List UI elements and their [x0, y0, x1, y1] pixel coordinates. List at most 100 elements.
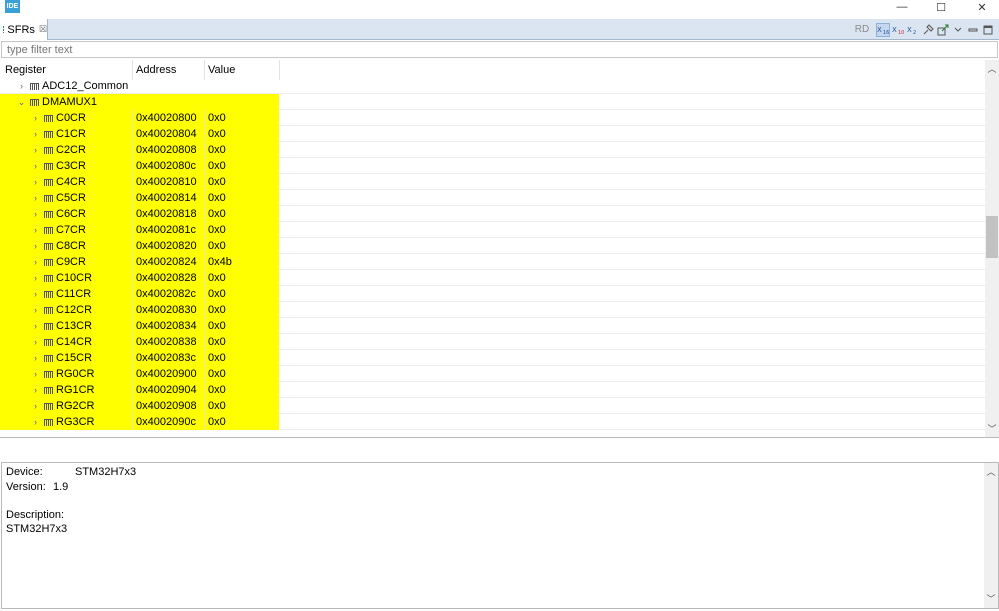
expand-arrow-icon[interactable]: ›	[31, 398, 40, 414]
table-row[interactable]: › C8CR 0x40020820 0x0	[0, 238, 985, 254]
register-address: 0x40020904	[136, 384, 197, 396]
sfr-tree-table: Register Address Value › ADC12_Common ⌄ …	[0, 60, 999, 438]
register-value[interactable]: 0x0	[208, 190, 226, 206]
register-value[interactable]: 0x4b	[208, 254, 232, 270]
table-row[interactable]: › C7CR 0x4002081c 0x0	[0, 222, 985, 238]
column-divider	[205, 158, 206, 174]
register-value[interactable]: 0x0	[208, 222, 226, 238]
table-row[interactable]: › C14CR 0x40020838 0x0	[0, 334, 985, 350]
tree-vertical-scrollbar[interactable]: ︿ ﹀	[985, 60, 999, 437]
expand-arrow-icon[interactable]: ›	[31, 110, 40, 126]
maximize-icon[interactable]	[981, 23, 995, 37]
register-value[interactable]: 0x0	[208, 286, 226, 302]
detail-vertical-scrollbar[interactable]: ︿ ﹀	[984, 463, 998, 608]
bin-format-icon[interactable]: X2	[906, 23, 920, 37]
column-divider	[205, 302, 206, 318]
minimize-icon[interactable]	[966, 23, 980, 37]
table-row[interactable]: › C1CR 0x40020804 0x0	[0, 126, 985, 142]
expand-arrow-icon[interactable]: ›	[31, 286, 40, 302]
scroll-up-arrow-icon[interactable]: ︿	[984, 465, 998, 479]
table-row[interactable]: › C12CR 0x40020830 0x0	[0, 302, 985, 318]
expand-arrow-icon[interactable]: ›	[17, 78, 26, 94]
table-row[interactable]: › RG1CR 0x40020904 0x0	[0, 382, 985, 398]
column-divider	[205, 110, 206, 126]
scroll-up-arrow-icon[interactable]: ︿	[985, 62, 999, 76]
expand-arrow-icon[interactable]: ›	[31, 414, 40, 430]
expand-arrow-icon[interactable]: ›	[31, 174, 40, 190]
register-icon	[44, 179, 53, 186]
collapse-arrow-icon[interactable]: ⌄	[17, 94, 26, 110]
table-row[interactable]: › C10CR 0x40020828 0x0	[0, 270, 985, 286]
view-menu-icon[interactable]	[951, 23, 965, 37]
register-value[interactable]: 0x0	[208, 238, 226, 254]
scroll-down-arrow-icon[interactable]: ﹀	[985, 422, 999, 436]
column-divider	[205, 254, 206, 270]
expand-arrow-icon[interactable]: ›	[31, 238, 40, 254]
register-value[interactable]: 0x0	[208, 414, 226, 430]
table-row[interactable]: › C6CR 0x40020818 0x0	[0, 206, 985, 222]
table-row[interactable]: › C3CR 0x4002080c 0x0	[0, 158, 985, 174]
expand-arrow-icon[interactable]: ›	[31, 206, 40, 222]
scrollbar-thumb[interactable]	[986, 216, 998, 258]
table-row[interactable]: › C11CR 0x4002082c 0x0	[0, 286, 985, 302]
tree-group-adc12-common[interactable]: › ADC12_Common	[0, 78, 985, 94]
tab-close-icon[interactable]: ☒	[39, 24, 47, 35]
register-icon	[44, 259, 53, 266]
expand-arrow-icon[interactable]: ›	[31, 334, 40, 350]
register-address: 0x40020810	[136, 176, 197, 188]
dec-format-icon[interactable]: X 10	[891, 23, 905, 37]
expand-arrow-icon[interactable]: ›	[31, 270, 40, 286]
register-value[interactable]: 0x0	[208, 142, 226, 158]
table-row[interactable]: › RG2CR 0x40020908 0x0	[0, 398, 985, 414]
scroll-down-arrow-icon[interactable]: ﹀	[984, 592, 998, 606]
minimize-window-button[interactable]: —	[882, 0, 922, 14]
filter-input[interactable]	[1, 41, 998, 58]
expand-arrow-icon[interactable]: ›	[31, 190, 40, 206]
expand-arrow-icon[interactable]: ›	[31, 142, 40, 158]
register-value[interactable]: 0x0	[208, 398, 226, 414]
expand-arrow-icon[interactable]: ›	[31, 222, 40, 238]
pin-icon[interactable]	[921, 23, 935, 37]
register-value[interactable]: 0x0	[208, 126, 226, 142]
read-button[interactable]: RD	[852, 23, 872, 37]
tree-group-dmamux1[interactable]: ⌄ DMAMUX1	[0, 94, 985, 110]
table-row[interactable]: › C5CR 0x40020814 0x0	[0, 190, 985, 206]
expand-arrow-icon[interactable]: ›	[31, 302, 40, 318]
expand-arrow-icon[interactable]: ›	[31, 366, 40, 382]
register-value[interactable]: 0x0	[208, 366, 226, 382]
register-value[interactable]: 0x0	[208, 110, 226, 126]
hex-format-icon[interactable]: X 16	[876, 22, 890, 37]
close-window-button[interactable]: ✕	[962, 0, 999, 14]
expand-arrow-icon[interactable]: ›	[31, 254, 40, 270]
table-row[interactable]: › C9CR 0x40020824 0x4b	[0, 254, 985, 270]
register-value[interactable]: 0x0	[208, 350, 226, 366]
table-row[interactable]: › C15CR 0x4002083c 0x0	[0, 350, 985, 366]
register-value[interactable]: 0x0	[208, 158, 226, 174]
tab-sfrs[interactable]: SFRs ☒	[0, 19, 48, 40]
table-row[interactable]: › C0CR 0x40020800 0x0	[0, 110, 985, 126]
column-divider	[205, 286, 206, 302]
table-row[interactable]: › RG0CR 0x40020900 0x0	[0, 366, 985, 382]
column-divider	[205, 174, 206, 190]
register-value[interactable]: 0x0	[208, 334, 226, 350]
expand-arrow-icon[interactable]: ›	[31, 126, 40, 142]
maximize-window-button[interactable]: ☐	[921, 0, 961, 14]
register-value[interactable]: 0x0	[208, 206, 226, 222]
register-value[interactable]: 0x0	[208, 382, 226, 398]
column-header-value[interactable]: Value	[205, 60, 280, 80]
table-row[interactable]: › C2CR 0x40020808 0x0	[0, 142, 985, 158]
column-header-address[interactable]: Address	[133, 60, 205, 80]
register-value[interactable]: 0x0	[208, 302, 226, 318]
register-value[interactable]: 0x0	[208, 270, 226, 286]
table-row[interactable]: › C13CR 0x40020834 0x0	[0, 318, 985, 334]
register-value[interactable]: 0x0	[208, 318, 226, 334]
export-icon[interactable]	[936, 23, 950, 37]
table-row[interactable]: › RG3CR 0x4002090c 0x0	[0, 414, 985, 430]
table-row[interactable]: › C4CR 0x40020810 0x0	[0, 174, 985, 190]
register-value[interactable]: 0x0	[208, 174, 226, 190]
column-header-register[interactable]: Register	[0, 60, 133, 80]
expand-arrow-icon[interactable]: ›	[31, 382, 40, 398]
expand-arrow-icon[interactable]: ›	[31, 318, 40, 334]
expand-arrow-icon[interactable]: ›	[31, 350, 40, 366]
expand-arrow-icon[interactable]: ›	[31, 158, 40, 174]
